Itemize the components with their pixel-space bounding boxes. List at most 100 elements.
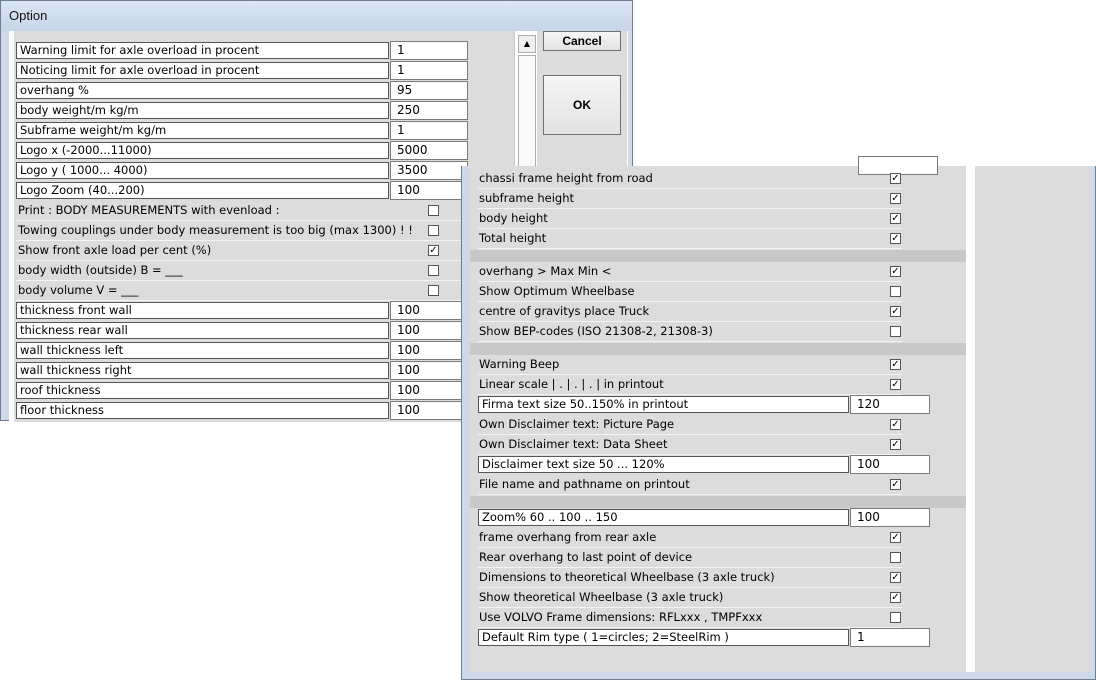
row-divider xyxy=(478,208,902,209)
value-input[interactable]: 100 xyxy=(390,341,468,360)
row-divider xyxy=(478,228,902,229)
row-divider xyxy=(478,547,902,548)
option-checkbox[interactable] xyxy=(890,612,901,623)
option-label: Dimensions to theoretical Wheelbase (3 a… xyxy=(479,570,775,584)
field-label: Logo x (-2000...11000) xyxy=(16,142,389,159)
option-checkbox[interactable]: ✓ xyxy=(428,245,439,256)
value-input[interactable]: 100 xyxy=(390,381,468,400)
value-input[interactable]: 100 xyxy=(390,181,468,200)
value-input[interactable]: 100 xyxy=(850,455,930,474)
value-input[interactable]: 100 xyxy=(390,361,468,380)
option-checkbox[interactable]: ✓ xyxy=(890,193,901,204)
value-input[interactable]: 95 xyxy=(390,81,468,100)
option-label: Show theoretical Wheelbase (3 axle truck… xyxy=(479,590,724,604)
row-divider xyxy=(478,341,902,342)
row-divider xyxy=(478,454,902,455)
value-input[interactable]: 100 xyxy=(390,321,468,340)
value-input[interactable]: 250 xyxy=(390,101,468,120)
field-label: overhang % xyxy=(16,82,389,99)
value-input[interactable]: 100 xyxy=(390,401,468,420)
row-divider xyxy=(478,587,902,588)
option-label: Rear overhang to last point of device xyxy=(479,550,693,564)
row-divider xyxy=(478,394,902,395)
scroll-up-arrow-icon[interactable]: ▲ xyxy=(518,35,536,53)
option-checkbox[interactable]: ✓ xyxy=(890,379,901,390)
option-checkbox[interactable]: ✓ xyxy=(890,479,901,490)
option-label: Use VOLVO Frame dimensions: RFLxxx , TMP… xyxy=(479,610,763,624)
option-checkbox[interactable]: ✓ xyxy=(890,419,901,430)
field-label: Warning limit for axle overload in proce… xyxy=(16,42,389,59)
option-checkbox[interactable]: ✓ xyxy=(890,173,901,184)
ok-button[interactable]: OK xyxy=(543,75,621,135)
field-label: thickness front wall xyxy=(16,302,389,319)
option-label: Own Disclaimer text: Data Sheet xyxy=(479,437,668,451)
value-input[interactable]: 1 xyxy=(390,121,468,140)
field-label: Disclaimer text size 50 ... 120% xyxy=(478,456,849,473)
option-label: overhang > Max Min < xyxy=(479,264,612,278)
scroll-track[interactable] xyxy=(518,55,536,167)
section-gap xyxy=(470,250,966,262)
option-checkbox[interactable] xyxy=(428,265,439,276)
option-checkbox[interactable] xyxy=(428,285,439,296)
value-input[interactable]: 1 xyxy=(390,61,468,80)
option-label: body height xyxy=(479,211,548,225)
value-input[interactable]: 120 xyxy=(850,395,930,414)
option-checkbox[interactable]: ✓ xyxy=(890,592,901,603)
option-checkbox[interactable]: ✓ xyxy=(890,572,901,583)
option-dialog-lower: chassi frame height from road ✓ subframe h… xyxy=(461,156,1096,680)
value-input[interactable]: 100 xyxy=(390,301,468,320)
option-checkbox[interactable]: ✓ xyxy=(890,213,901,224)
field-label: Noticing limit for axle overload in proc… xyxy=(16,62,389,79)
option-checkbox[interactable]: ✓ xyxy=(890,266,901,277)
field-label: Zoom% 60 .. 100 .. 150 xyxy=(478,509,849,526)
field-label: floor thickness xyxy=(16,402,389,419)
option-label: Show Optimum Wheelbase xyxy=(479,284,635,298)
row-divider xyxy=(16,240,468,241)
field-label: Logo y ( 1000... 4000) xyxy=(16,162,389,179)
option-label: Towing couplings under body measurement … xyxy=(18,223,413,237)
option-label: Show front axle load per cent (%) xyxy=(18,243,212,257)
value-input[interactable]: 5000 xyxy=(390,141,468,160)
cancel-button[interactable]: Cancel xyxy=(543,31,621,51)
option-checkbox[interactable] xyxy=(890,552,901,563)
option-checkbox[interactable]: ✓ xyxy=(890,532,901,543)
option-checkbox[interactable]: ✓ xyxy=(890,439,901,450)
window-title: Option xyxy=(9,8,48,23)
value-input[interactable]: 100 xyxy=(850,508,930,527)
option-checkbox[interactable]: ✓ xyxy=(890,359,901,370)
section-gap xyxy=(470,343,966,355)
value-input[interactable]: 3500 xyxy=(390,161,468,180)
title-bar[interactable]: Option xyxy=(1,1,632,31)
settings-panel-lower: chassi frame height from road ✓ subframe h… xyxy=(470,156,966,672)
row-divider xyxy=(478,248,902,249)
option-label: body volume V = ___ xyxy=(18,283,139,297)
option-label: Show BEP-codes (ISO 21308-2, 21308-3) xyxy=(479,324,713,338)
value-input[interactable]: 1 xyxy=(390,41,468,60)
option-label: File name and pathname on printout xyxy=(479,477,690,491)
option-label: centre of gravitys place Truck xyxy=(479,304,650,318)
row-divider xyxy=(478,281,902,282)
option-label: Print : BODY MEASUREMENTS with evenload … xyxy=(18,203,280,217)
row-divider xyxy=(478,301,902,302)
row-divider xyxy=(478,188,902,189)
row-divider xyxy=(478,627,902,628)
option-checkbox[interactable] xyxy=(428,225,439,236)
option-label: Own Disclaimer text: Picture Page xyxy=(479,417,675,431)
option-checkbox[interactable]: ✓ xyxy=(890,306,901,317)
option-label: body width (outside) B = ___ xyxy=(18,263,183,277)
field-label: Logo Zoom (40...200) xyxy=(16,182,389,199)
row-divider xyxy=(478,321,902,322)
field-label: body weight/m kg/m xyxy=(16,102,389,119)
option-checkbox[interactable] xyxy=(890,286,901,297)
value-input[interactable]: 1 xyxy=(850,628,930,647)
section-gap xyxy=(470,496,966,508)
row-divider xyxy=(478,374,902,375)
option-label: chassi frame height from road xyxy=(479,171,653,185)
option-checkbox[interactable] xyxy=(428,205,439,216)
option-checkbox[interactable] xyxy=(890,326,901,337)
field-label: wall thickness right xyxy=(16,362,389,379)
option-label: Warning Beep xyxy=(479,357,560,371)
option-checkbox[interactable]: ✓ xyxy=(890,233,901,244)
row-divider xyxy=(16,220,468,221)
option-label: frame overhang from rear axle xyxy=(479,530,657,544)
